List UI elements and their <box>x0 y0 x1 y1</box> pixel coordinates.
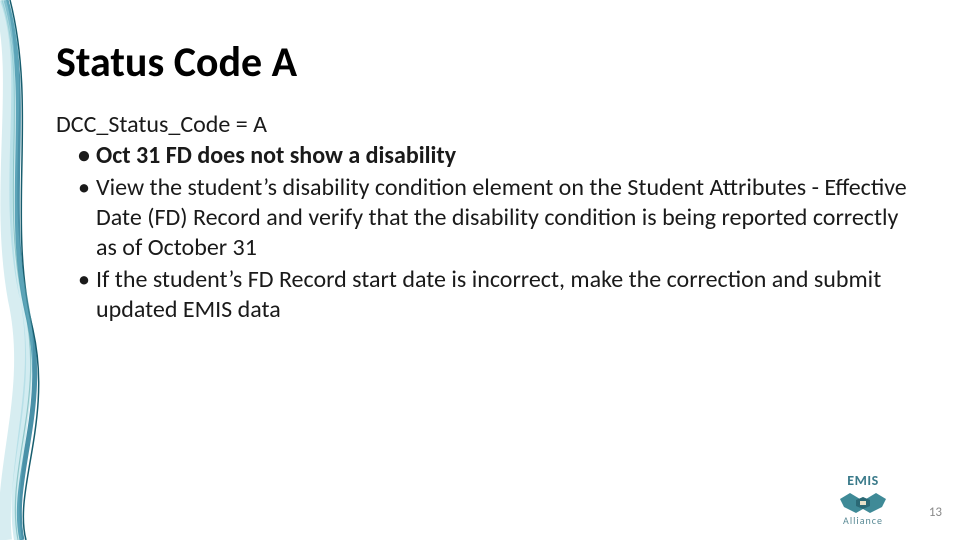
slide-content: Status Code A DCC_Status_Code = A Oct 31… <box>56 40 920 327</box>
page-number: 13 <box>929 505 942 520</box>
slide-title: Status Code A <box>56 40 920 86</box>
bullet-list: Oct 31 FD does not show a disability Vie… <box>78 141 920 325</box>
bullet-item: View the student’s disability condition … <box>78 173 920 263</box>
bullet-item: If the student’s FD Record start date is… <box>78 265 920 325</box>
logo-line1: EMIS <box>826 474 900 488</box>
handshake-icon <box>836 489 890 515</box>
bullet-item: Oct 31 FD does not show a disability <box>78 141 920 171</box>
logo-line2: Alliance <box>826 516 900 526</box>
emis-alliance-logo: EMIS Alliance <box>826 474 900 526</box>
intro-line: DCC_Status_Code = A <box>56 110 920 139</box>
decorative-ribbon <box>0 0 40 540</box>
